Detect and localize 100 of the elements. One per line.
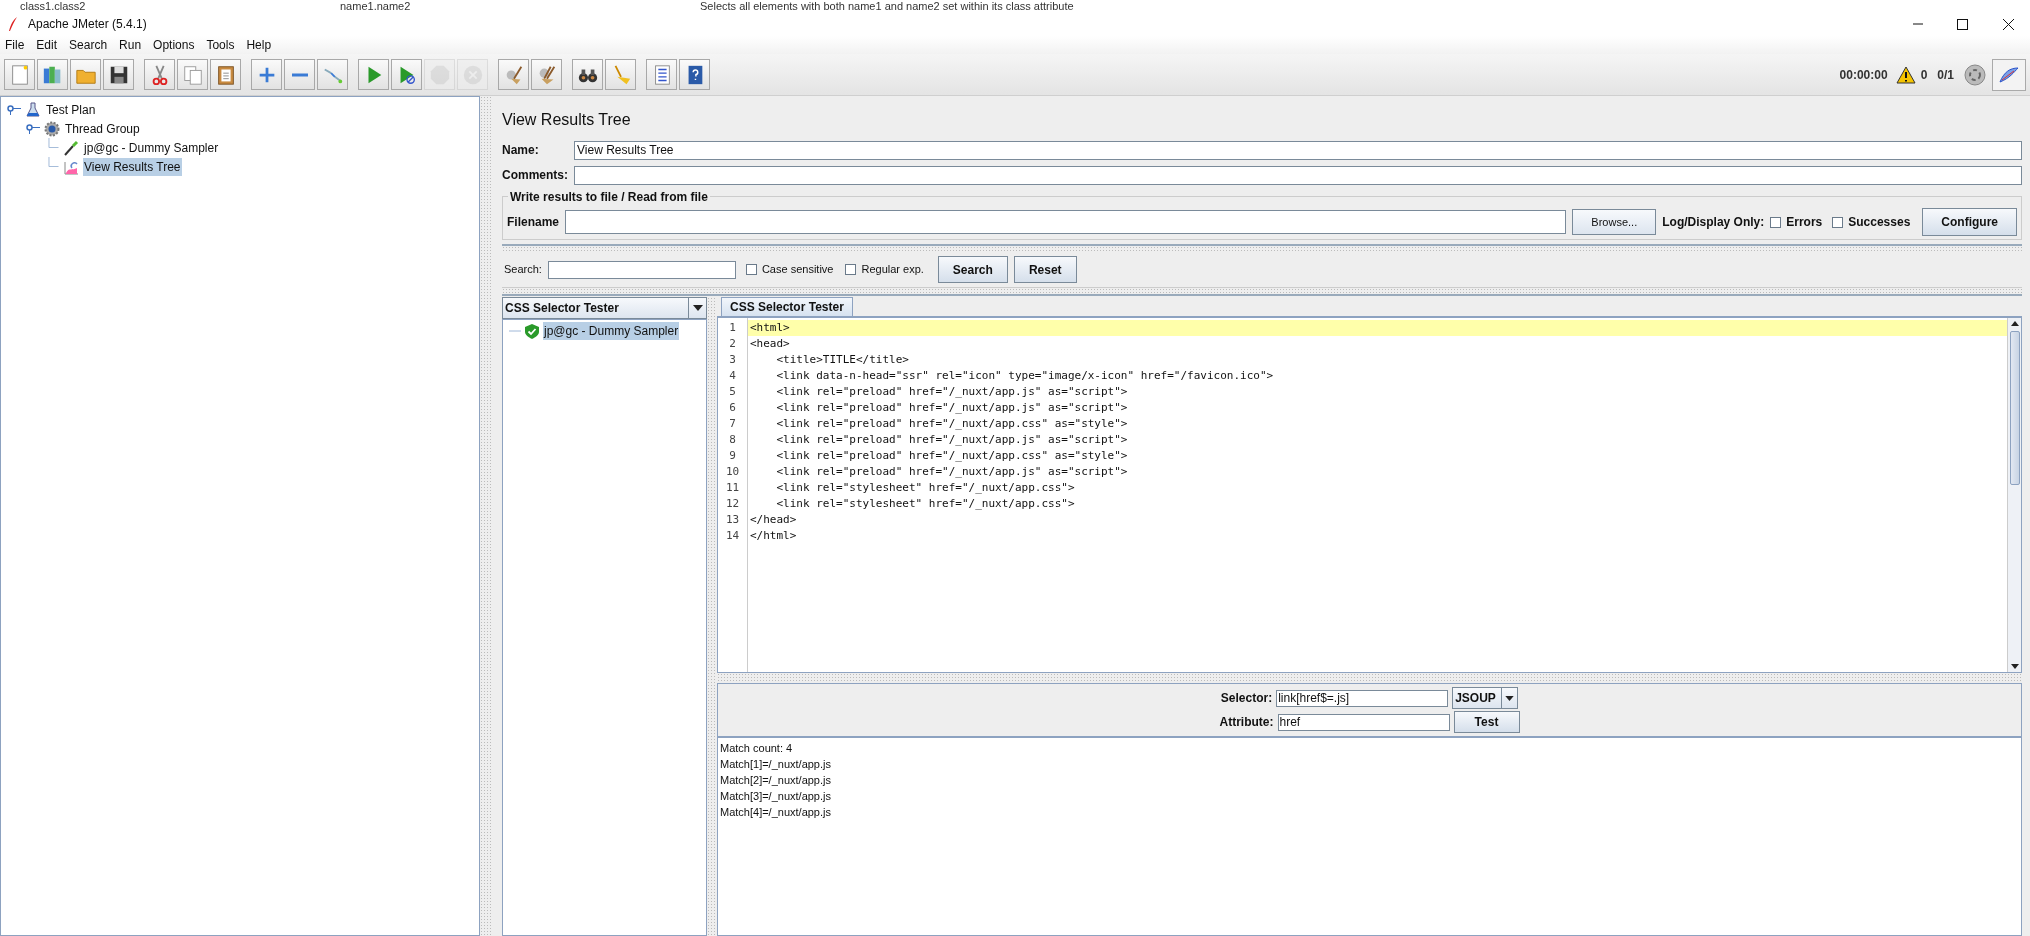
checkbox-label: Successes: [1848, 214, 1911, 231]
background-window-text: name1.name2: [340, 0, 412, 12]
maximize-icon[interactable]: [1957, 18, 1968, 30]
search-label: Search:: [504, 262, 542, 278]
line-number: 1: [728, 320, 737, 336]
line-number: 9: [728, 448, 737, 464]
tree-item[interactable]: View Results Tree: [83, 157, 182, 176]
code-line: <link rel="preload" href="/_nuxt/app.js" as="script">: [775, 432, 1129, 448]
scrollbar[interactable]: [2007, 318, 2021, 672]
code-line: <link rel="preload" href="/_nuxt/app.js" as="script">: [775, 384, 1129, 400]
menu-item[interactable]: Edit: [36, 36, 58, 54]
configure-button[interactable]: Configure: [1922, 208, 2017, 236]
line-number: 6: [728, 400, 737, 416]
line-number: 10: [724, 464, 741, 480]
toolbar-button[interactable]: [391, 59, 422, 90]
background-window-text: Selects all elements with both name1 and name2 set within its class attribute: [700, 0, 1074, 12]
line-number: 12: [724, 496, 741, 512]
minus-icon: [290, 72, 309, 77]
line-number: 14: [724, 528, 741, 544]
tree-item[interactable]: Thread Group: [64, 119, 141, 138]
reset-button[interactable]: Reset: [1013, 256, 1077, 283]
checkbox-label: Regular exp.: [861, 262, 924, 278]
menu-item[interactable]: File: [5, 36, 25, 54]
checkbox[interactable]: [845, 264, 857, 275]
code-line: <link rel="preload" href="/_nuxt/app.js" as="script">: [775, 464, 1129, 480]
selector-label: Selector:: [1220, 690, 1273, 707]
window-title: Apache JMeter (5.4.1): [28, 16, 147, 33]
line-number: 11: [724, 480, 741, 496]
search-field[interactable]: [547, 260, 736, 279]
checkbox-label: Errors: [1786, 214, 1823, 231]
filename-label: Filename: [507, 214, 560, 231]
tab[interactable]: CSS Selector Tester: [721, 297, 853, 316]
toolbar-button[interactable]: [572, 59, 603, 90]
toolbar-button[interactable]: [531, 59, 562, 90]
filename-field[interactable]: [565, 210, 1567, 234]
panel-title: View Results Tree: [502, 110, 632, 130]
log-display-label: Log/Display Only:: [1662, 214, 1765, 231]
result-line: Match[1]=/_nuxt/app.js: [720, 757, 832, 772]
gear-icon: [44, 120, 60, 137]
renderer-dropdown[interactable]: CSS Selector Tester: [502, 297, 707, 319]
checkbox[interactable]: [1832, 216, 1844, 228]
thread-count: 0/1: [1937, 66, 1954, 84]
code-line: <link rel="stylesheet" href="/_nuxt/app.css">: [775, 496, 1076, 512]
background-window-text: class1.class2: [20, 0, 87, 12]
close-icon[interactable]: [2003, 18, 2014, 30]
line-number: 3: [728, 352, 737, 368]
dropdown-arrow-icon: [692, 305, 703, 311]
expand-handle-icon[interactable]: [26, 123, 40, 134]
menu-item[interactable]: Tools: [206, 36, 235, 54]
result-line: Match count: 4: [720, 741, 794, 756]
scroll-down-arrow-icon[interactable]: [2010, 664, 2019, 669]
tree-item[interactable]: jp@gc - Dummy Sampler: [83, 138, 220, 157]
menu-item[interactable]: Options: [153, 36, 195, 54]
search-button[interactable]: Search: [937, 256, 1008, 283]
name-field[interactable]: View Results Tree: [574, 140, 2022, 160]
selector-field[interactable]: link[href$=.js]: [1276, 689, 1449, 707]
dropper-icon: [63, 139, 79, 156]
line-number: 8: [728, 432, 737, 448]
engine-dropdown[interactable]: JSOUP: [1452, 687, 1519, 709]
expand-handle-icon[interactable]: [7, 104, 21, 115]
feather-icon: [8, 17, 18, 31]
attribute-label: Attribute:: [1219, 714, 1274, 731]
code-line: <link rel="preload" href="/_nuxt/app.css" as="style">: [775, 416, 1129, 432]
code-line: <head>: [749, 336, 791, 352]
menu-item[interactable]: Run: [119, 36, 142, 54]
line-number: 7: [728, 416, 737, 432]
tree-item[interactable]: Test Plan: [45, 100, 97, 119]
result-line: Match[3]=/_nuxt/app.js: [720, 789, 832, 804]
comments-label: Comments:: [502, 167, 569, 184]
splitter[interactable]: [502, 288, 2022, 296]
comments-field[interactable]: [574, 165, 2022, 185]
toolbar-button[interactable]: [679, 59, 710, 90]
line-number: 2: [728, 336, 737, 352]
line-number: 13: [724, 512, 741, 528]
result-line: Match[4]=/_nuxt/app.js: [720, 805, 832, 820]
attribute-field[interactable]: href: [1277, 713, 1450, 731]
toolbar-button[interactable]: [103, 59, 134, 90]
checkbox[interactable]: [1770, 216, 1782, 228]
elapsed-time: 00:00:00: [1839, 66, 1888, 84]
code-line: <link rel="preload" href="/_nuxt/app.css" as="style">: [775, 448, 1129, 464]
code-line: <title>TITLE</title>: [775, 352, 910, 368]
logo-button[interactable]: [1992, 58, 2026, 91]
warning-count: 0: [1920, 66, 1928, 84]
scroll-up-arrow-icon[interactable]: [2010, 321, 2019, 326]
code-line: </html>: [749, 528, 798, 544]
code-line: </head>: [749, 512, 798, 528]
result-item[interactable]: jp@gc - Dummy Sampler: [543, 322, 680, 340]
line-number: 4: [728, 368, 737, 384]
test-button[interactable]: Test: [1453, 711, 1520, 733]
tree-connector-icon: [48, 157, 59, 167]
result-line: Match[2]=/_nuxt/app.js: [720, 773, 832, 788]
flask-icon: [25, 101, 41, 118]
menu-item[interactable]: Help: [246, 36, 272, 54]
target-icon: [1964, 63, 1986, 86]
tree-connector-icon: [509, 330, 521, 332]
menu-item[interactable]: Search: [69, 36, 108, 54]
splitter[interactable]: [502, 244, 2022, 252]
dropdown-arrow-icon: [1505, 695, 1515, 701]
browse-button[interactable]: Browse...: [1572, 209, 1657, 235]
checkbox[interactable]: [745, 264, 757, 275]
